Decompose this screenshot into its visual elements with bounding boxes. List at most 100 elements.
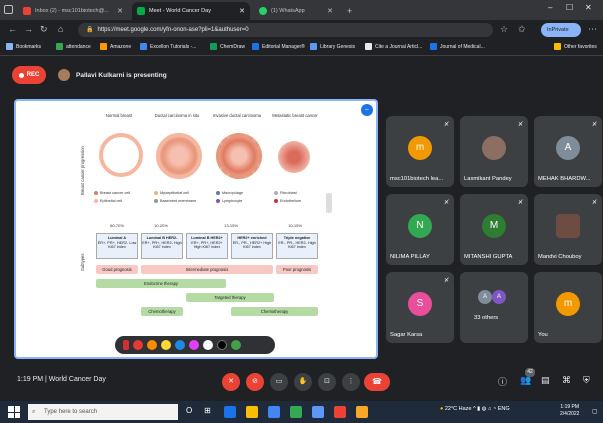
color-swatch[interactable] bbox=[161, 340, 171, 350]
minimize-icon[interactable]: – bbox=[548, 3, 552, 12]
participant-tile[interactable]: ✕̸ S Sagar Karsa bbox=[386, 272, 454, 343]
chat-icon[interactable]: ▤ bbox=[541, 375, 550, 386]
screen: Inbox (2) - msc101biotech@... ✕ Meet - W… bbox=[0, 0, 603, 423]
bookmark-folder-icon bbox=[554, 43, 561, 50]
more-options-button[interactable]: ⋮ bbox=[342, 373, 360, 391]
legend-item: Basement membrane bbox=[154, 199, 196, 203]
bookmark-item[interactable]: Amazone bbox=[100, 43, 131, 50]
bookmarks-bar: Bookmarks attendance Amazone Excellon Tu… bbox=[0, 40, 603, 56]
color-swatch[interactable] bbox=[133, 340, 143, 350]
recording-badge[interactable]: REC bbox=[12, 66, 46, 84]
avatar: A bbox=[492, 290, 506, 304]
bookmark-item[interactable]: Library Genesis bbox=[310, 43, 355, 50]
bookmark-item[interactable]: Journal of Medical... bbox=[430, 43, 485, 50]
color-swatch[interactable] bbox=[147, 340, 157, 350]
captions-button[interactable]: ▭ bbox=[270, 373, 288, 391]
tab-whatsapp[interactable]: (1) WhatsApp ✕ bbox=[254, 2, 338, 20]
chrome-icon[interactable] bbox=[290, 406, 302, 418]
slide-scroll-handle[interactable] bbox=[326, 193, 332, 213]
therapy-bar: Targeted therapy bbox=[186, 293, 274, 302]
close-icon[interactable]: ✕ bbox=[235, 7, 245, 15]
sticky-notes-icon[interactable] bbox=[356, 406, 368, 418]
bookmark-item[interactable]: attendance bbox=[56, 43, 91, 50]
color-swatch[interactable] bbox=[203, 340, 213, 350]
whatsapp-icon bbox=[259, 7, 267, 15]
color-swatch[interactable] bbox=[231, 340, 241, 350]
window-close-icon[interactable]: ✕ bbox=[585, 3, 592, 12]
bookmark-item[interactable]: Cite a Journal Articl... bbox=[365, 43, 422, 50]
tab-inbox[interactable]: Inbox (2) - msc101biotech@... ✕ bbox=[18, 2, 128, 20]
leave-call-button[interactable]: ☎ bbox=[364, 373, 390, 391]
maximize-icon[interactable]: ☐ bbox=[566, 3, 573, 12]
back-icon[interactable]: ← bbox=[8, 24, 17, 34]
home-icon[interactable]: ⌂ bbox=[58, 24, 63, 34]
participant-tile[interactable]: ✕̸ Laxmikant Pandey bbox=[460, 116, 528, 187]
participant-tile[interactable]: ✕̸ A MEHAK BHARDW... bbox=[534, 116, 602, 187]
taskbar-clock[interactable]: 1:19 PM 2/4/2022 bbox=[560, 404, 579, 418]
subtype-percentage: 13-15% bbox=[224, 223, 238, 228]
camera-toggle-button[interactable]: ⊘ bbox=[246, 373, 264, 391]
new-tab-button[interactable]: + bbox=[342, 2, 356, 20]
notifications-icon[interactable]: ▢ bbox=[592, 408, 598, 415]
mic-off-icon: ✕̸ bbox=[443, 122, 449, 128]
store-icon[interactable] bbox=[268, 406, 280, 418]
bookmark-item[interactable]: Bookmarks bbox=[6, 43, 41, 50]
color-swatch[interactable] bbox=[217, 340, 227, 350]
meet-icon bbox=[137, 7, 145, 15]
participant-tile[interactable]: ✕̸ Mandvi Chouboy bbox=[534, 194, 602, 265]
favorites-icon[interactable]: ✩ bbox=[518, 24, 526, 35]
bookmark-item[interactable]: Editorial Manager® bbox=[252, 43, 305, 50]
edge-icon[interactable] bbox=[224, 406, 236, 418]
color-swatch[interactable] bbox=[189, 340, 199, 350]
word-icon[interactable] bbox=[312, 406, 324, 418]
avatar bbox=[482, 136, 506, 160]
profile-button[interactable]: InPrivate bbox=[541, 23, 581, 37]
pin-icon[interactable]: ⇔ bbox=[361, 104, 373, 116]
pin-icon[interactable]: ▮ bbox=[22, 340, 25, 346]
file-explorer-icon[interactable] bbox=[246, 406, 258, 418]
info-icon[interactable]: ⓘ bbox=[498, 375, 507, 388]
close-icon[interactable]: ✕ bbox=[113, 7, 123, 15]
cortana-icon[interactable]: O bbox=[186, 406, 198, 418]
tray-icons[interactable]: ^ ▮ ◍ ⌂ ◔ bbox=[473, 406, 498, 412]
task-view-icon[interactable]: ⊞ bbox=[204, 406, 216, 418]
pen-tool-icon[interactable] bbox=[123, 340, 129, 350]
mic-toggle-button[interactable]: ✕ bbox=[222, 373, 240, 391]
participant-tile-self[interactable]: m You bbox=[534, 272, 602, 343]
participant-tile-others[interactable]: A A 33 others bbox=[460, 272, 528, 343]
subtype-box: Triple negative ER-, PR-, HER2- High Ki67… bbox=[276, 233, 318, 259]
refresh-icon[interactable]: ↻ bbox=[40, 24, 48, 35]
bookmark-icon bbox=[56, 43, 63, 50]
side-label: Subtypes bbox=[80, 253, 85, 271]
windows-start-icon[interactable] bbox=[8, 406, 20, 418]
present-button[interactable]: ⊡ bbox=[318, 373, 336, 391]
stage-label: Invasive ductal carcinoma bbox=[212, 113, 262, 118]
color-swatch[interactable] bbox=[175, 340, 185, 350]
presenting-banner: Pallavi Kulkarni is presenting bbox=[58, 68, 167, 82]
bookmark-item[interactable]: Excellon Tutorials -... bbox=[140, 43, 196, 50]
legend-item: Breast cancer cell bbox=[94, 191, 130, 195]
activities-icon[interactable]: ⌘ bbox=[562, 375, 571, 386]
weather-icon[interactable]: ● bbox=[440, 406, 443, 412]
stage-label: Normal breast bbox=[105, 113, 133, 118]
participant-tile[interactable]: ✕̸ m msc101biotech lea... bbox=[386, 116, 454, 187]
forward-icon[interactable]: → bbox=[24, 24, 33, 34]
subtype-box: Luminal B HER2- ER+, PR+, HER2- High Ki67… bbox=[141, 233, 183, 259]
host-controls-icon[interactable]: ⛨ bbox=[583, 375, 590, 386]
address-bar[interactable]: 🔒 https://meet.google.com/yfn-onon-ase?pl… bbox=[78, 23, 493, 37]
extensions-icon[interactable]: ☆ bbox=[500, 24, 508, 35]
participant-tile[interactable]: ✕̸ N NILIMA PILLAY bbox=[386, 194, 454, 265]
bookmark-item[interactable]: Other favorites bbox=[554, 43, 597, 50]
raise-hand-button[interactable]: ✋ bbox=[294, 373, 312, 391]
participant-tile[interactable]: ✕̸ M MITANSHI GUPTA bbox=[460, 194, 528, 265]
acrobat-icon[interactable] bbox=[334, 406, 346, 418]
screen-icon[interactable]: ▣ bbox=[31, 340, 36, 346]
taskbar-search-input[interactable]: ⌕ Type here to search bbox=[28, 404, 178, 420]
presentation-stage[interactable]: Breast cancer progression Subtypes Norma… bbox=[14, 99, 378, 359]
more-menu-icon[interactable]: ⋯ bbox=[588, 24, 597, 35]
participant-count-badge: 42 bbox=[525, 368, 535, 377]
tab-meet[interactable]: Meet - World Cancer Day ✕ bbox=[132, 2, 250, 20]
bookmark-item[interactable]: ChemDraw bbox=[210, 43, 245, 50]
tab-actions-icon[interactable] bbox=[4, 5, 13, 14]
close-icon[interactable]: ✕ bbox=[323, 7, 333, 15]
